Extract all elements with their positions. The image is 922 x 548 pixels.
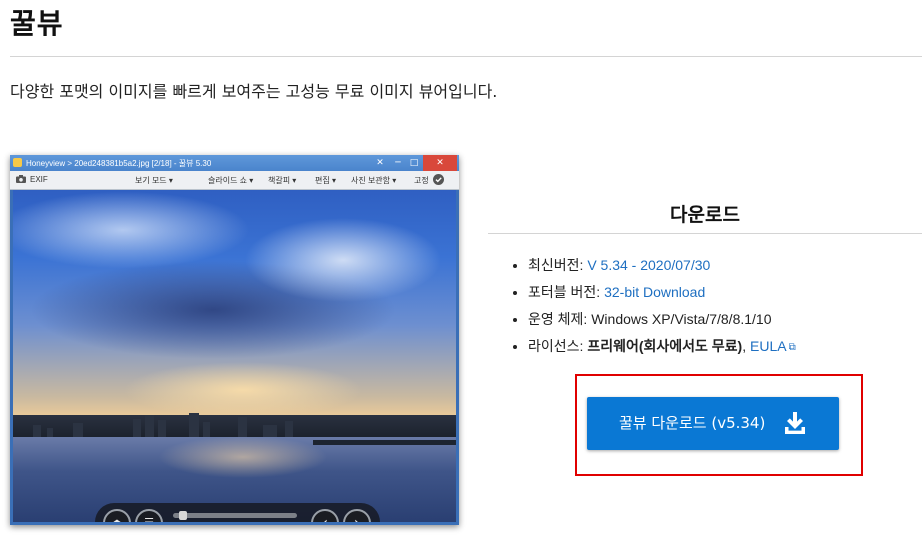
honeyview-app-icon [13,158,22,167]
eula-link[interactable]: EULA [750,338,787,354]
photo-preview: ⏏ ☰ + − ↶ ↷ 고정 ‹ › [13,190,456,522]
city-skyline [13,413,456,437]
window-titlebar: Honeyview > 20ed248381b5a2.jpg [2/18] - … [10,155,459,171]
bridge [313,440,456,445]
toolbar-slideshow: 슬라이드 쇼 ▾ [208,176,254,185]
external-link-icon: ⧉ [788,342,796,353]
pin-icon: ✕ [376,158,384,168]
window-title: Honeyview > 20ed248381b5a2.jpg [2/18] - … [26,159,212,168]
download-divider [488,233,922,234]
license-value: 프리웨어(회사에서도 무료) [587,338,743,354]
download-button[interactable]: 꿀뷰 다운로드 (v5.34) [587,397,839,450]
page-title: 꿀뷰 [10,7,64,40]
toolbar-exif: EXIF [30,175,48,184]
license-separator: , [742,338,750,354]
download-icon [785,412,805,434]
download-info-list: 최신버전: V 5.34 - 2020/07/30 포터블 버전: 32-bit… [508,252,796,361]
page-description: 다양한 포맷의 이미지를 빠르게 보여주는 고성능 무료 이미지 뷰어입니다. [10,82,498,101]
title-divider [10,56,922,57]
list-item: 라이선스: 프리웨어(회사에서도 무료), EULA⧉ [528,333,796,361]
download-button-label: 꿀뷰 다운로드 (v5.34) [619,414,766,432]
portable-download-link[interactable]: 32-bit Download [604,284,705,300]
toolbar-fix: 고정 [414,176,429,185]
seek-bar [173,511,297,520]
maximize-icon: □ [409,158,419,168]
viewer-control-overlay: ⏏ ☰ + − ↶ ↷ 고정 ‹ › [95,503,380,522]
portable-version-label: 포터블 버전: [528,284,605,300]
close-icon: ✕ [423,155,457,171]
check-icon [433,174,444,187]
menu-icon: ☰ [135,509,163,522]
list-item: 운영 체제: Windows XP/Vista/7/8/8.1/10 [528,306,796,333]
license-label: 라이선스: [528,338,588,354]
os-label: 운영 체제: [528,311,592,327]
eject-icon: ⏏ [103,509,131,522]
seek-knob [178,511,187,520]
toolbar-bookmark: 책갈피 ▾ [268,176,297,185]
toolbar-photo-box: 사진 보관함 ▾ [351,176,397,185]
next-icon: › [343,509,371,522]
list-item: 최신버전: V 5.34 - 2020/07/30 [528,252,796,279]
list-item: 포터블 버전: 32-bit Download [528,279,796,306]
toolbar-edit: 편집 ▾ [315,176,336,185]
prev-icon: ‹ [311,509,339,522]
app-screenshot: Honeyview > 20ed248381b5a2.jpg [2/18] - … [10,155,459,525]
window-toolbar: EXIF 보기 모드 ▾ 슬라이드 쇼 ▾ 책갈피 ▾ 편집 ▾ 사진 보관함 … [10,171,459,190]
minimize-icon: ─ [395,158,401,168]
download-heading: 다운로드 [670,204,740,226]
camera-icon [16,175,26,185]
toolbar-view-mode: 보기 모드 ▾ [135,176,173,185]
latest-version-link[interactable]: V 5.34 - 2020/07/30 [587,257,710,273]
sky-image [13,190,456,415]
os-value: Windows XP/Vista/7/8/8.1/10 [591,311,772,327]
latest-version-label: 최신버전: [528,257,588,273]
